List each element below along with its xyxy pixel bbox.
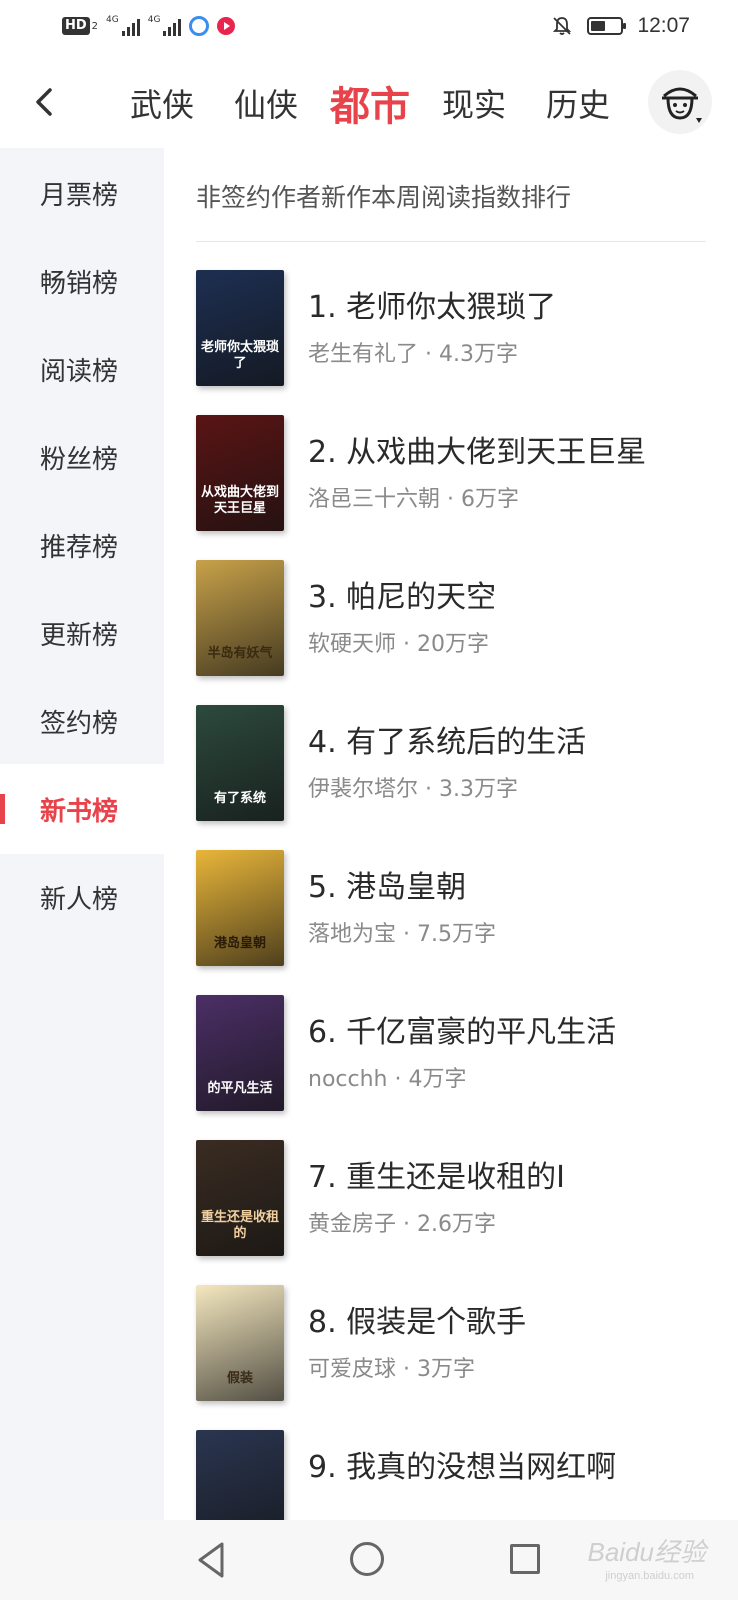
book-cover: 的平凡生活 (196, 995, 284, 1111)
status-left: HD 2 4G 4G (62, 16, 236, 36)
list-subtitle: 非签约作者新作本周阅读指数排行 (196, 183, 572, 212)
sidebar-item-bestseller[interactable]: 畅销榜 (0, 236, 164, 326)
book-title: 3. 帕尼的天空 (308, 580, 497, 615)
tab-xianxia[interactable]: 仙侠 (214, 80, 318, 126)
ranking-sidebar: 月票榜 畅销榜 阅读榜 粉丝榜 推荐榜 更新榜 签约榜 新书榜 新人榜 (0, 148, 164, 1520)
cover-title: 假装 (226, 1371, 253, 1386)
user-face-icon (662, 87, 702, 123)
book-title: 6. 千亿富豪的平凡生活 (308, 1015, 617, 1050)
book-cover: 有了系统 (196, 705, 284, 821)
video-app-icon (217, 17, 236, 35)
battery-level (591, 21, 606, 31)
book-meta: 可爱皮球 · 3万字 (308, 1357, 475, 1382)
book-cover (196, 1430, 284, 1520)
sidebar-item-fans[interactable]: 粉丝榜 (0, 412, 164, 502)
nav-recent-apps-icon[interactable] (510, 1544, 540, 1574)
tab-xianshi[interactable]: 现实 (422, 80, 526, 126)
book-cover: 港岛皇朝 (196, 850, 284, 966)
book-title: 8. 假装是个歌手 (308, 1305, 527, 1340)
sidebar-item-newcomer[interactable]: 新人榜 (0, 852, 164, 942)
tab-wuxia[interactable]: 武侠 (110, 80, 214, 126)
nav-home-icon[interactable] (350, 1542, 384, 1576)
cover-title: 有了系统 (213, 791, 266, 806)
book-title: 5. 港岛皇朝 (308, 870, 467, 905)
hd-indicator: HD (62, 17, 90, 35)
header: 武侠 仙侠 都市 现实 历史 (0, 58, 738, 148)
signal-icon: 4G (148, 16, 182, 36)
cover-title: 半岛有妖气 (207, 646, 273, 661)
tab-lishi[interactable]: 历史 (526, 80, 630, 126)
book-title: 9. 我真的没想当网红啊 (308, 1450, 617, 1485)
book-cover: 老师你太猥琐了 (196, 270, 284, 386)
book-title: 2. 从戏曲大佬到天王巨星 (308, 435, 647, 470)
sidebar-item-monthly-ticket[interactable]: 月票榜 (0, 148, 164, 238)
book-item[interactable]: 半岛有妖气 3. 帕尼的天空 软硬天师 · 20万字 (196, 560, 706, 680)
watermark-url: jingyan.baidu.com (605, 1570, 694, 1582)
book-meta: 洛邑三十六朝 · 6万字 (308, 487, 519, 512)
browser-app-icon (189, 16, 210, 36)
book-cover: 重生还是收租的 (196, 1140, 284, 1256)
book-title: 4. 有了系统后的生活 (308, 725, 587, 760)
cover-title: 从戏曲大佬到天王巨星 (200, 485, 279, 516)
divider (196, 241, 706, 242)
book-cover: 半岛有妖气 (196, 560, 284, 676)
book-meta: 落地为宝 · 7.5万字 (308, 922, 496, 947)
signal-network-label: 4G (106, 15, 119, 25)
mute-bell-icon (553, 17, 572, 35)
user-avatar-button[interactable] (648, 70, 712, 134)
watermark-logo: Baidu经验 (587, 1537, 707, 1567)
signal-network-label: 4G (147, 15, 161, 25)
book-meta: 软硬天师 · 20万字 (308, 632, 489, 657)
book-meta: 黄金房子 · 2.6万字 (308, 1212, 496, 1237)
book-item[interactable]: 9. 我真的没想当网红啊 (196, 1430, 706, 1520)
book-item[interactable]: 假装 8. 假装是个歌手 可爱皮球 · 3万字 (196, 1285, 706, 1405)
book-item[interactable]: 老师你太猥琐了 1. 老师你太猥琐了 老生有礼了 · 4.3万字 (196, 270, 706, 390)
book-item[interactable]: 港岛皇朝 5. 港岛皇朝 落地为宝 · 7.5万字 (196, 850, 706, 970)
book-title: 1. 老师你太猥琐了 (308, 290, 557, 325)
book-item[interactable]: 重生还是收租的 7. 重生还是收租的I 黄金房子 · 2.6万字 (196, 1140, 706, 1260)
sidebar-item-new-books[interactable]: 新书榜 (0, 764, 164, 854)
sidebar-item-recommend[interactable]: 推荐榜 (0, 500, 164, 590)
clock: 12:07 (637, 14, 690, 37)
hd-sub-indicator: 2 (91, 20, 99, 32)
book-item[interactable]: 从戏曲大佬到天王巨星 2. 从戏曲大佬到天王巨星 洛邑三十六朝 · 6万字 (196, 415, 706, 535)
tab-dushi[interactable]: 都市 (318, 74, 422, 132)
sidebar-item-update[interactable]: 更新榜 (0, 588, 164, 678)
book-meta: 老生有礼了 · 4.3万字 (308, 342, 518, 367)
cover-title: 老师你太猥琐了 (200, 340, 279, 371)
cover-title: 港岛皇朝 (213, 936, 266, 951)
book-meta: 伊裴尔塔尔 · 3.3万字 (308, 777, 518, 802)
nav-back-icon[interactable] (194, 1540, 230, 1580)
status-right: 12:07 (551, 14, 690, 38)
system-nav-bar: Baidu经验 jingyan.baidu.com (0, 1520, 738, 1600)
sidebar-item-signed[interactable]: 签约榜 (0, 676, 164, 766)
cover-title: 的平凡生活 (207, 1081, 273, 1096)
cover-title: 重生还是收租的 (200, 1210, 279, 1241)
book-item[interactable]: 的平凡生活 6. 千亿富豪的平凡生活 nocchh · 4万字 (196, 995, 706, 1115)
book-title: 7. 重生还是收租的I (308, 1160, 566, 1195)
signal-icon: 4G (106, 16, 140, 36)
book-cover: 从戏曲大佬到天王巨星 (196, 415, 284, 531)
back-arrow-icon[interactable] (28, 80, 68, 124)
sidebar-item-reading[interactable]: 阅读榜 (0, 324, 164, 414)
book-item[interactable]: 有了系统 4. 有了系统后的生活 伊裴尔塔尔 · 3.3万字 (196, 705, 706, 825)
book-meta: nocchh · 4万字 (308, 1067, 467, 1092)
status-bar: HD 2 4G 4G 12:07 (0, 0, 738, 58)
book-cover: 假装 (196, 1285, 284, 1401)
battery-icon (587, 17, 627, 35)
category-tabs: 武侠 仙侠 都市 现实 历史 (110, 58, 630, 148)
ranking-list: 非签约作者新作本周阅读指数排行 老师你太猥琐了 1. 老师你太猥琐了 老生有礼了… (164, 148, 738, 1520)
